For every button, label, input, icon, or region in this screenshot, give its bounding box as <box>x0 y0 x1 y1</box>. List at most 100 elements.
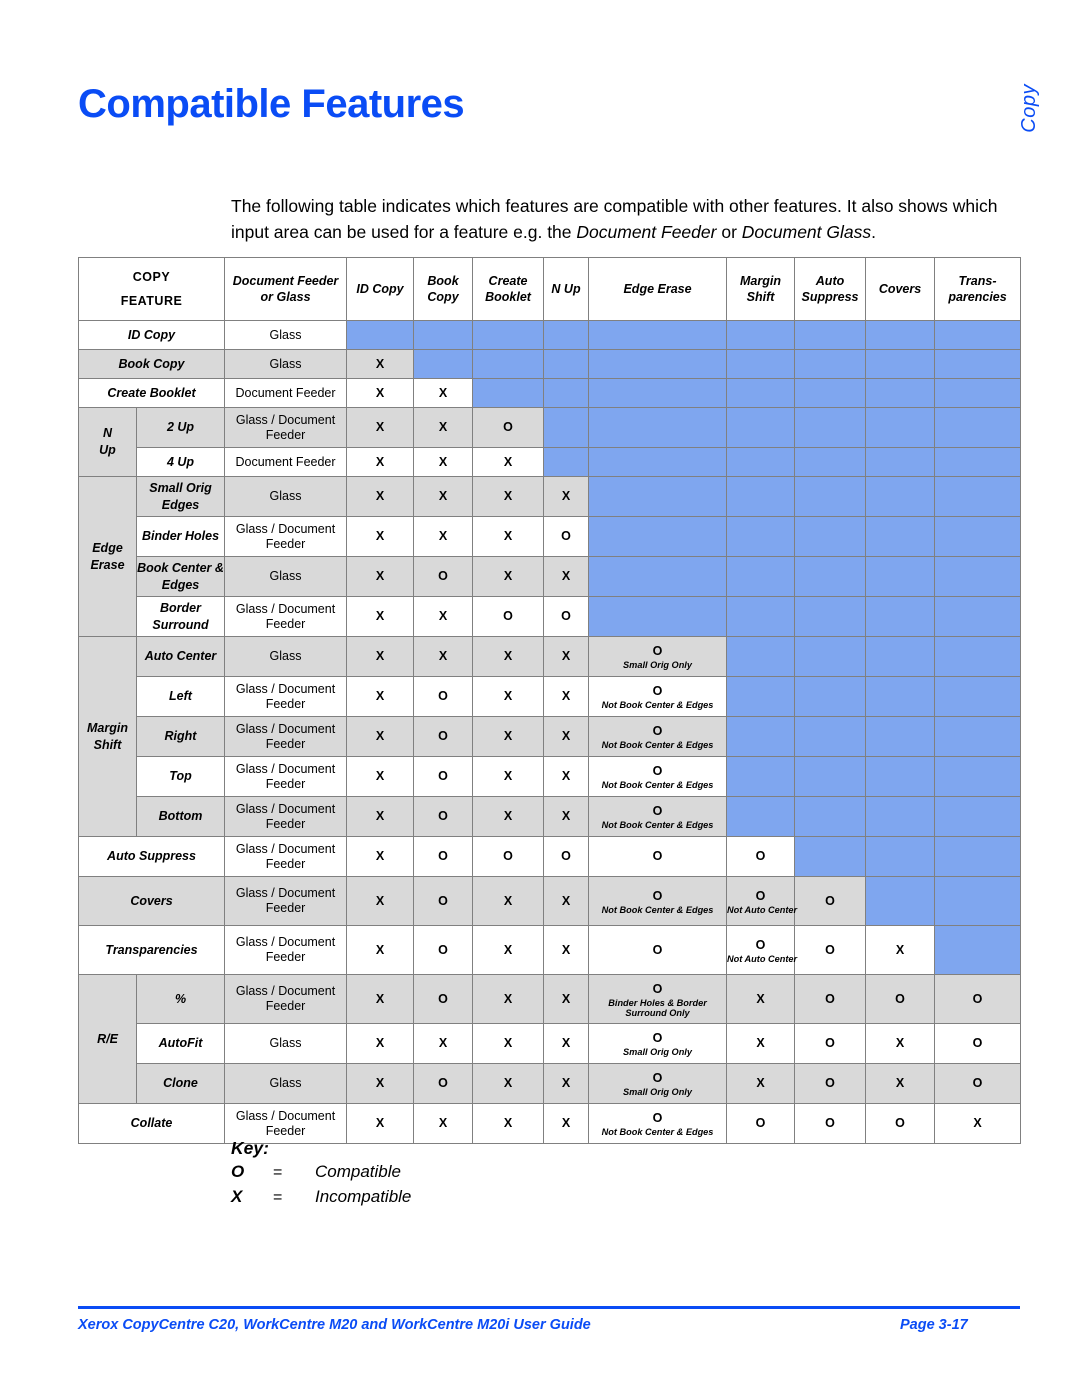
source-cell: Glass / Document Feeder <box>224 676 348 717</box>
blocked-cell <box>865 349 936 379</box>
table-row: Edge Erase Small Orig Edges Glass X X X X <box>78 476 1022 637</box>
table-header: COPY FEATURE Document Feeder or Glass ID… <box>77 257 1022 321</box>
blocked-cell <box>413 349 474 379</box>
compat-cell: X <box>413 596 474 637</box>
compat-cell: O <box>726 836 796 877</box>
section-side-tab: Copy <box>1018 84 1040 133</box>
blocked-cell <box>472 378 545 408</box>
feature-sub-label: Small Orig Edges <box>135 476 226 517</box>
blocked-cell <box>794 407 867 448</box>
blocked-cell <box>472 349 545 379</box>
blocked-cell <box>794 796 867 837</box>
compat-cell: O <box>413 925 474 975</box>
compat-cell: X <box>543 974 590 1024</box>
compat-cell: X <box>346 676 415 717</box>
key-symbol-o: O <box>231 1162 245 1181</box>
compat-cell: X <box>413 516 474 557</box>
compat-cell: X <box>472 556 545 597</box>
blocked-cell <box>934 320 1022 350</box>
feature-sub-label: % <box>135 974 226 1024</box>
compat-cell: O <box>413 836 474 877</box>
compat-cell: X <box>543 876 590 926</box>
blocked-cell <box>794 716 867 757</box>
compatible-features-table: COPY FEATURE Document Feeder or Glass ID… <box>77 257 1022 1144</box>
compat-cell: X <box>726 974 796 1024</box>
blocked-cell <box>865 836 936 877</box>
blocked-cell <box>794 676 867 717</box>
table-row: Left Glass / Document Feeder X O X X O Not Book… <box>79 676 1022 717</box>
key-title: Key: <box>231 1138 269 1158</box>
blocked-cell <box>346 320 415 350</box>
compat-cell: X <box>543 1103 590 1144</box>
feature-sub-label: Right <box>135 716 226 757</box>
compat-cell: O <box>543 596 590 637</box>
key-equals-1: = <box>273 1189 283 1206</box>
compat-cell: X <box>543 925 590 975</box>
feature-sub-label: Book Center & Edges <box>135 556 226 597</box>
compat-cell: O <box>726 1103 796 1144</box>
blocked-cell <box>865 636 936 677</box>
blocked-cell <box>543 407 590 448</box>
compat-cell: X <box>346 836 415 877</box>
blocked-cell <box>794 556 867 597</box>
source-cell: Glass / Document Feeder <box>224 796 348 837</box>
compat-cell: X <box>472 876 545 926</box>
blocked-cell <box>934 925 1022 975</box>
blocked-cell <box>865 378 936 408</box>
feature-sub-label: Binder Holes <box>135 516 226 557</box>
compat-cell: X <box>346 516 415 557</box>
compat-cell: X <box>472 974 545 1024</box>
blocked-cell <box>726 407 796 448</box>
compat-cell: O <box>865 974 936 1024</box>
compat-cell: X <box>934 1103 1022 1144</box>
feature-sub-label: 4 Up <box>135 447 226 477</box>
blocked-cell <box>588 516 728 557</box>
compat-cell: X <box>413 378 474 408</box>
feature-sub-label: Clone <box>135 1063 226 1104</box>
blocked-cell <box>865 596 936 637</box>
header-auto-suppress: Auto Suppress <box>794 257 867 321</box>
header-create-booklet: Create Booklet <box>472 257 545 321</box>
header-book-copy: Book Copy <box>413 257 474 321</box>
compat-cell: X <box>346 756 415 797</box>
source-cell: Glass / Document Feeder <box>224 716 348 757</box>
compat-cell: X <box>543 1063 590 1104</box>
table-row: AutoFit Glass X X X X O Small Orig Only X O X O <box>79 1023 1022 1064</box>
compat-cell: O <box>413 876 474 926</box>
header-corner-copy-feature: COPY FEATURE <box>77 257 226 321</box>
compat-cell: X <box>472 447 545 477</box>
source-cell: Glass <box>224 349 348 379</box>
compat-cell: X <box>346 974 415 1024</box>
header-document-feeder-or-glass: Document Feeder or Glass <box>224 257 348 321</box>
compat-cell: X <box>865 925 936 975</box>
compat-cell: X <box>726 1023 796 1064</box>
document-page: Compatible Features Copy The following t… <box>0 0 1080 1388</box>
blocked-cell <box>934 796 1022 837</box>
header-transparencies: Trans- parencies <box>934 257 1022 321</box>
blocked-cell <box>588 407 728 448</box>
blocked-cell <box>865 476 936 517</box>
blocked-cell <box>543 378 590 408</box>
source-cell: Document Feeder <box>224 378 348 408</box>
blocked-cell <box>794 349 867 379</box>
feature-sub-label: Left <box>135 676 226 717</box>
blocked-cell <box>865 447 936 477</box>
compat-cell: O <box>472 596 545 637</box>
key-row-incompatible: X = Incompatible <box>231 1187 411 1212</box>
compat-cell: X <box>346 876 415 926</box>
table-row: Binder Holes Glass / Document Feeder X X X O <box>79 516 1022 557</box>
intro-text-part3: . <box>871 222 876 242</box>
blocked-cell <box>865 876 936 926</box>
compat-cell: O <box>794 1063 867 1104</box>
blocked-cell <box>413 320 474 350</box>
blocked-cell <box>934 447 1022 477</box>
blocked-cell <box>794 378 867 408</box>
compat-cell: O <box>794 876 867 926</box>
compat-cell: X <box>413 636 474 677</box>
compat-cell: O <box>413 1063 474 1104</box>
compat-cell: X <box>543 476 590 517</box>
compat-cell: X <box>543 1023 590 1064</box>
blocked-cell <box>865 716 936 757</box>
compat-cell: X <box>472 636 545 677</box>
compat-cell: X <box>543 556 590 597</box>
